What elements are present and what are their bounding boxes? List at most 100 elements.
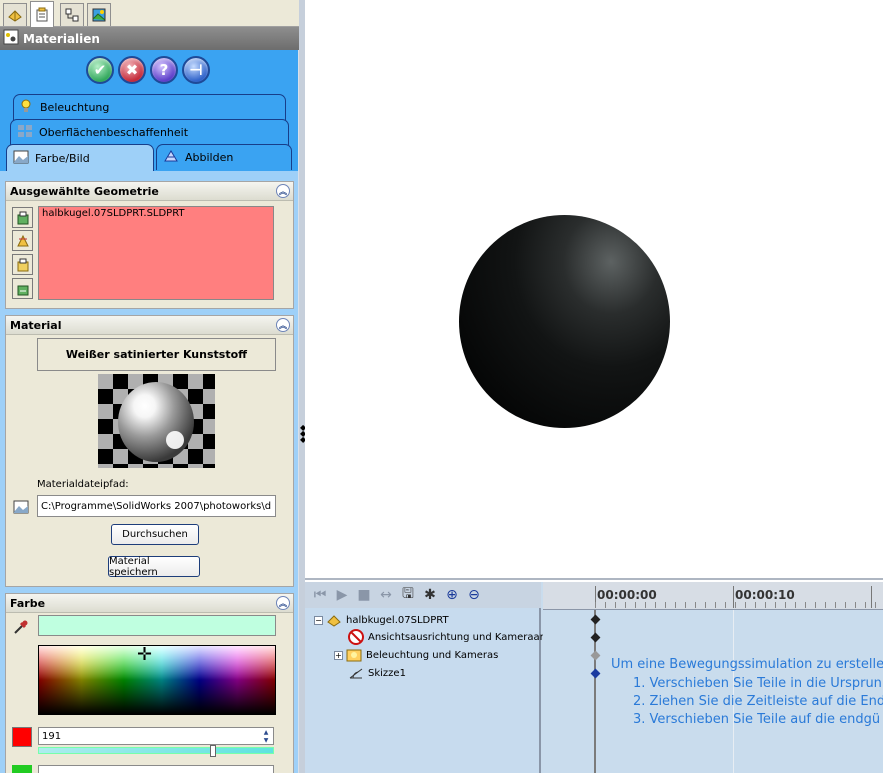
- collapse-chevron-up-icon[interactable]: ︽: [276, 596, 290, 610]
- select-part-button[interactable]: [12, 207, 33, 228]
- feature-manager-tabs: [0, 0, 300, 27]
- checkmark-icon: ✔: [93, 61, 107, 79]
- expand-toggle[interactable]: +: [334, 650, 343, 660]
- current-color-swatch: [38, 615, 276, 636]
- key-point[interactable]: [590, 632, 601, 643]
- red-value-input[interactable]: 191 ▲ ▼: [38, 727, 274, 745]
- red-channel-chip: [12, 727, 32, 747]
- color-spectrum-picker[interactable]: ✛: [38, 645, 276, 715]
- materials-icon: [3, 29, 19, 48]
- help-text: Um eine Bewegungssimulation zu erstelle: [611, 657, 883, 672]
- color-title: Farbe: [10, 596, 46, 610]
- splitter-grip-icon[interactable]: ◆ ◆ ◆: [300, 424, 306, 444]
- image-icon: [13, 150, 29, 167]
- lights-icon: [346, 649, 362, 662]
- tree-item-sketch[interactable]: Skizze1: [348, 664, 406, 682]
- zoom-out-icon[interactable]: ⊖: [465, 586, 483, 604]
- left-panel: Materialien ✔ ✖ ? ⊣ Beleuchtung Oberfläc…: [0, 0, 300, 773]
- selected-geometry-header[interactable]: Ausgewählte Geometrie ︽: [6, 182, 293, 201]
- material-path-label: Materialdateipfad:: [37, 479, 129, 490]
- play-icon[interactable]: ▶: [333, 586, 351, 604]
- texture-icon: [17, 124, 33, 141]
- animator-panel: ⏮ ▶ ■ ↔ 🖫 ✱ ⊕ ⊖ − halbkugel.07SLDPRT Ans…: [305, 582, 883, 773]
- pin-button[interactable]: ⊣: [182, 56, 210, 84]
- browse-button[interactable]: Durchsuchen: [111, 524, 199, 545]
- spectrum-highlight: [39, 646, 275, 680]
- color-header[interactable]: Farbe ︽: [6, 594, 293, 613]
- wizard-icon[interactable]: ✱: [421, 586, 439, 604]
- tab-beleuchtung[interactable]: Beleuchtung: [13, 94, 286, 120]
- spin-down-icon[interactable]: ▼: [260, 736, 272, 744]
- tree-item-label: Skizze1: [368, 667, 406, 679]
- material-header[interactable]: Material ︽: [6, 316, 293, 335]
- play-from-start-icon[interactable]: ⏮: [311, 586, 329, 604]
- property-manager-body: ✔ ✖ ? ⊣ Beleuchtung Oberflächenbeschaffe…: [0, 50, 298, 773]
- configuration-icon: [65, 8, 79, 22]
- tab-beleuchtung-label: Beleuchtung: [40, 101, 110, 114]
- animator-toolbar: ⏮ ▶ ■ ↔ 🖫 ✱ ⊕ ⊖: [305, 582, 541, 608]
- property-manager-title: Materialien: [0, 27, 300, 50]
- collapse-chevron-up-icon[interactable]: ︽: [276, 318, 290, 332]
- render-icon: [92, 8, 106, 22]
- farbe-bild-panel: Ausgewählte Geometrie ︽ halbkugel.07SLDP…: [0, 171, 298, 773]
- tree-item-view-orientation[interactable]: Ansichtsausrichtung und Kameraan: [348, 628, 546, 646]
- photoworks-tab[interactable]: [87, 3, 111, 26]
- eyedropper-icon[interactable]: [12, 618, 30, 639]
- select-body-icon: [17, 285, 28, 295]
- collapse-toggle[interactable]: −: [314, 615, 323, 625]
- solidworks-window: Materialien ✔ ✖ ? ⊣ Beleuchtung Oberfläc…: [0, 0, 883, 773]
- mapping-icon: [163, 149, 179, 166]
- zoom-in-icon[interactable]: ⊕: [443, 586, 461, 604]
- tree-item-part[interactable]: − halbkugel.07SLDPRT: [314, 611, 449, 629]
- property-manager-icon: [36, 7, 48, 21]
- help-button[interactable]: ?: [150, 56, 178, 84]
- close-icon: ✖: [125, 61, 139, 79]
- selected-geometry-title: Ausgewählte Geometrie: [10, 184, 159, 198]
- tab-oberflaechenbeschaffenheit[interactable]: Oberflächenbeschaffenheit: [10, 119, 289, 145]
- configuration-tab[interactable]: [60, 3, 84, 26]
- tab-abbilden-label: Abbilden: [185, 151, 234, 164]
- select-body-button[interactable]: [12, 278, 33, 299]
- selected-geometry-list[interactable]: halbkugel.07SLDPRT.SLDPRT: [38, 206, 274, 300]
- image-file-icon: [13, 500, 29, 517]
- collapse-chevron-up-icon[interactable]: ︽: [276, 184, 290, 198]
- material-path-field[interactable]: C:\Programme\SolidWorks 2007\photoworks\…: [37, 495, 276, 517]
- playback-mode-icon[interactable]: ↔: [377, 586, 395, 604]
- pushpin-icon: ⊣: [189, 61, 203, 79]
- red-value-slider[interactable]: [38, 745, 274, 757]
- graphics-viewport[interactable]: [305, 0, 883, 580]
- tree-item-label: halbkugel.07SLDPRT: [346, 614, 449, 626]
- timeline-ruler[interactable]: 00:00:00 00:00:10: [543, 582, 883, 610]
- select-feature-icon: [17, 258, 28, 271]
- feature-tree-tab[interactable]: [3, 3, 27, 26]
- key-point[interactable]: [590, 650, 601, 661]
- select-part-icon: [17, 211, 28, 224]
- slider-thumb[interactable]: [210, 745, 216, 757]
- select-face-button[interactable]: [12, 230, 33, 251]
- animator-timeline[interactable]: 00:00:00 00:00:10 Um eine Bewegungssimul…: [543, 582, 883, 773]
- stop-icon[interactable]: ■: [355, 586, 373, 604]
- red-value-spinner[interactable]: ▲ ▼: [260, 728, 272, 744]
- no-view-icon: [348, 629, 364, 645]
- tab-abbilden[interactable]: Abbilden: [156, 144, 292, 170]
- tree-item-label: Beleuchtung und Kameras: [366, 649, 499, 661]
- property-manager-tab[interactable]: [30, 1, 54, 27]
- help-text: 2. Ziehen Sie die Zeitleiste auf die End: [633, 694, 883, 709]
- red-value-text: 191: [42, 730, 62, 742]
- key-point[interactable]: [590, 614, 601, 625]
- ok-button[interactable]: ✔: [86, 56, 114, 84]
- select-face-icon: [16, 234, 29, 246]
- tab-farbe-bild[interactable]: Farbe/Bild: [6, 144, 154, 171]
- green-value-input[interactable]: [38, 765, 274, 773]
- cancel-button[interactable]: ✖: [118, 56, 146, 84]
- confirm-buttons: ✔ ✖ ? ⊣: [86, 56, 210, 84]
- tree-item-lights-cameras[interactable]: + Beleuchtung und Kameras: [334, 646, 498, 664]
- save-material-button[interactable]: Material speichern: [108, 556, 200, 578]
- key-point[interactable]: [590, 668, 601, 679]
- spin-up-icon[interactable]: ▲: [260, 728, 272, 736]
- timeline-gridline: [733, 610, 734, 773]
- hemisphere-model[interactable]: [459, 215, 670, 428]
- list-item[interactable]: halbkugel.07SLDPRT.SLDPRT: [42, 208, 270, 219]
- save-icon[interactable]: 🖫: [399, 586, 417, 604]
- select-feature-button[interactable]: [12, 254, 33, 275]
